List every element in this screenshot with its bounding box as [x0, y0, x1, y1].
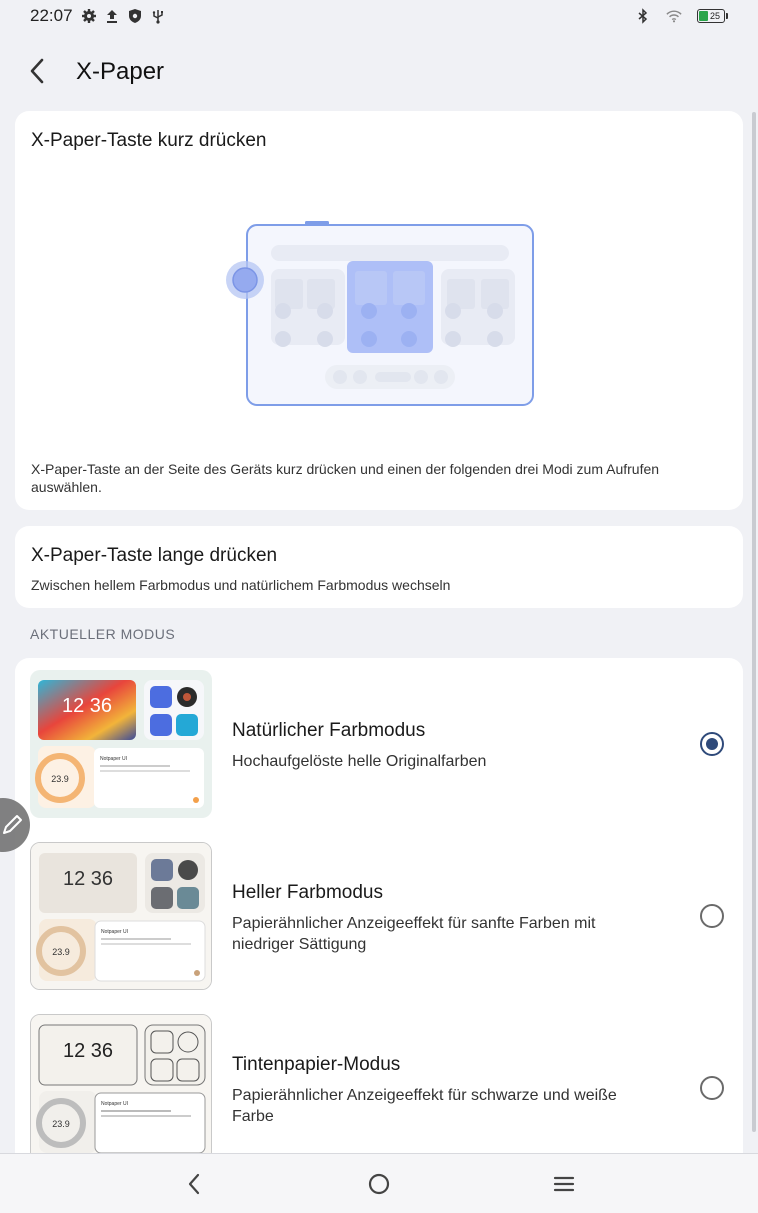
mode-title-natural: Natürlicher Farbmodus — [232, 720, 426, 741]
thumb-card-natural: Notpaper UI — [100, 756, 127, 762]
nav-back-button[interactable] — [178, 1168, 210, 1200]
mode-desc-ink: Papierähnlicher Anzeigeeffekt für schwar… — [232, 1087, 617, 1125]
mode-row-natural[interactable]: 12 36 23.9 Notpaper UI Natürlicher Farbm… — [15, 658, 743, 818]
thumb-clock-ink: 12 36 — [63, 1040, 113, 1062]
battery-level: 25 — [710, 11, 721, 21]
long-press-card[interactable]: X-Paper-Taste lange drücken Zwischen hel… — [15, 526, 743, 608]
radio-ink[interactable] — [700, 1076, 724, 1100]
short-press-title: X-Paper-Taste kurz drücken — [31, 130, 267, 151]
tablet-illustration — [226, 221, 534, 406]
thumb-temp-natural: 23.9 — [51, 774, 69, 784]
thumb-clock-natural: 12 36 — [62, 695, 112, 717]
mode-desc-light: Papierähnlicher Anzeigeeffekt für sanfte… — [232, 915, 596, 953]
thumb-temp-light: 23.9 — [52, 947, 70, 957]
status-time: 22:07 — [30, 6, 73, 25]
nav-home-button[interactable] — [363, 1168, 395, 1200]
status-bar: 22:07 25 — [0, 0, 758, 32]
section-header: AKTUELLER MODUS — [30, 626, 176, 642]
bluetooth-icon — [635, 8, 651, 24]
back-triangle-icon — [188, 1173, 200, 1195]
pencil-icon — [3, 815, 22, 834]
thumb-card-light: Notpaper UI — [101, 929, 128, 935]
mode-desc-natural: Hochaufgelöste helle Originalfarben — [232, 753, 487, 770]
radio-natural[interactable] — [700, 732, 724, 756]
mode-thumbnail-ink: 12 36 23.9 Notpaper UI — [30, 1014, 212, 1162]
navigation-bar — [0, 1153, 758, 1213]
gear-icon — [81, 8, 97, 24]
back-button[interactable] — [22, 56, 52, 86]
mode-row-ink[interactable]: 12 36 23.9 Notpaper UI Tintenpapier-Modu… — [15, 1002, 743, 1162]
battery-icon: 25 — [697, 9, 728, 23]
mode-thumbnail-natural: 12 36 23.9 Notpaper UI — [30, 670, 212, 818]
mode-title-light: Heller Farbmodus — [232, 882, 383, 903]
shield-icon — [127, 8, 143, 24]
long-press-description: Zwischen hellem Farbmodus und natürliche… — [31, 577, 451, 593]
scrollbar[interactable] — [752, 112, 756, 1132]
home-circle-icon — [368, 1173, 390, 1195]
mode-row-light[interactable]: 12 36 23.9 Notpaper UI Heller Farbmodus … — [15, 830, 743, 990]
app-bar: X-Paper — [0, 44, 758, 100]
thumb-temp-ink: 23.9 — [52, 1119, 70, 1129]
thumb-card-ink: Notpaper UI — [101, 1101, 128, 1107]
page-title: X-Paper — [76, 58, 165, 85]
mode-title-ink: Tintenpapier-Modus — [232, 1054, 401, 1075]
short-press-description: X-Paper-Taste an der Seite des Geräts ku… — [31, 461, 660, 495]
chevron-left-icon — [30, 58, 44, 84]
mode-thumbnail-light: 12 36 23.9 Notpaper UI — [30, 842, 212, 990]
menu-lines-icon — [553, 1176, 575, 1192]
upload-icon — [104, 8, 120, 24]
radio-light[interactable] — [700, 904, 724, 928]
usb-icon — [150, 8, 166, 24]
short-press-card: X-Paper-Taste kurz drücken X-Paper-Taste… — [15, 111, 743, 510]
modes-card: 12 36 23.9 Notpaper UI Natürlicher Farbm… — [15, 658, 743, 1178]
nav-menu-button[interactable] — [548, 1168, 580, 1200]
thumb-clock-light: 12 36 — [63, 868, 113, 890]
wifi-icon — [666, 8, 682, 24]
long-press-title: X-Paper-Taste lange drücken — [31, 545, 278, 566]
